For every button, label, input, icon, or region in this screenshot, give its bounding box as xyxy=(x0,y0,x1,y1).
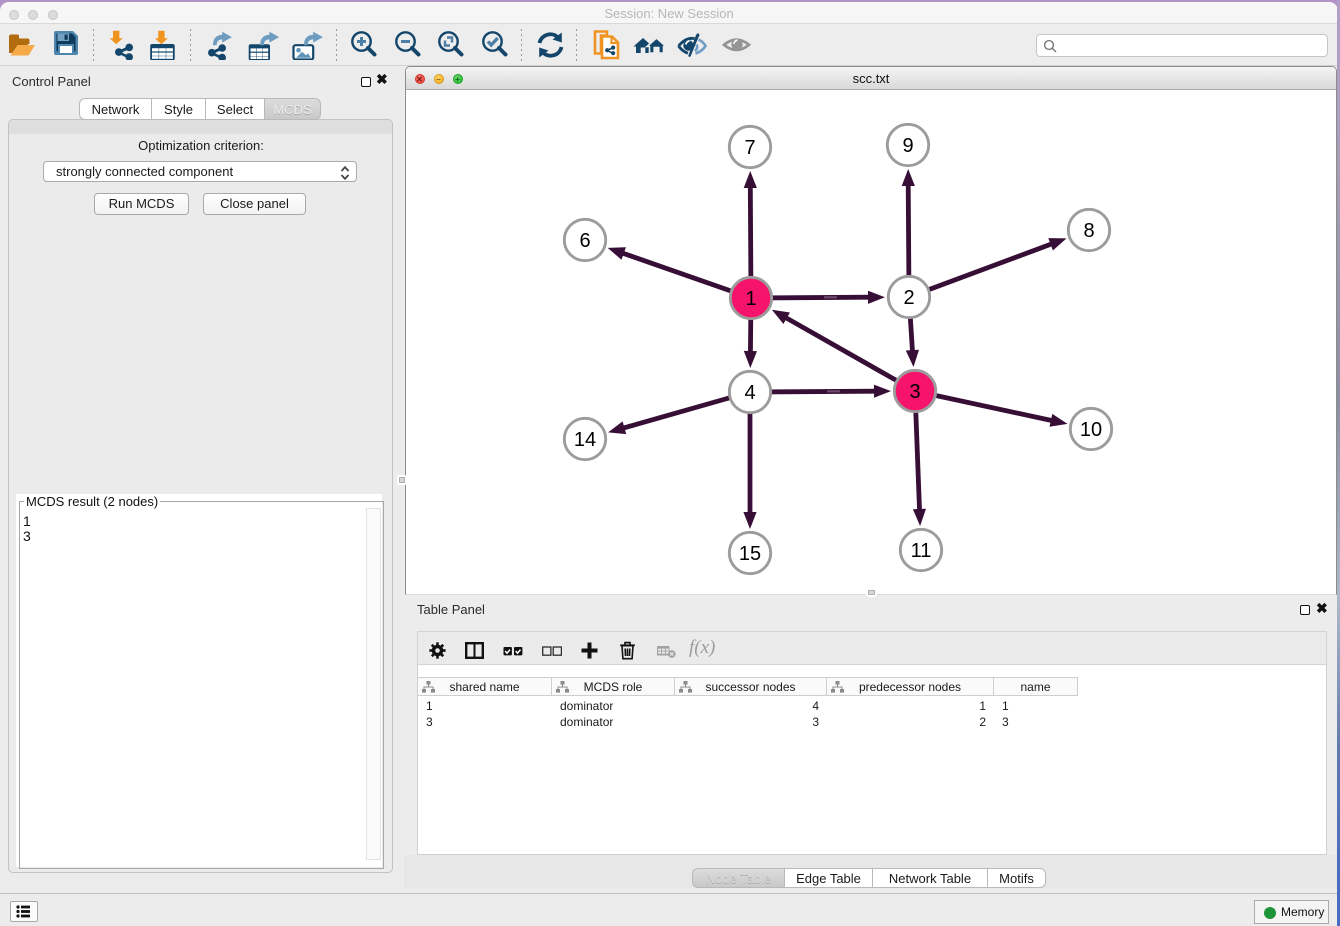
svg-text:10: 10 xyxy=(1080,419,1102,441)
svg-text:3: 3 xyxy=(909,381,920,403)
svg-text:15: 15 xyxy=(739,543,761,565)
svg-text:1: 1 xyxy=(745,288,756,310)
svg-text:7: 7 xyxy=(744,137,755,159)
svg-text:8: 8 xyxy=(1083,220,1094,242)
svg-text:9: 9 xyxy=(902,135,913,157)
svg-text:2: 2 xyxy=(903,287,914,309)
svg-text:11: 11 xyxy=(911,540,932,562)
svg-text:4: 4 xyxy=(744,382,755,404)
svg-text:14: 14 xyxy=(574,429,596,451)
svg-text:6: 6 xyxy=(579,230,590,252)
